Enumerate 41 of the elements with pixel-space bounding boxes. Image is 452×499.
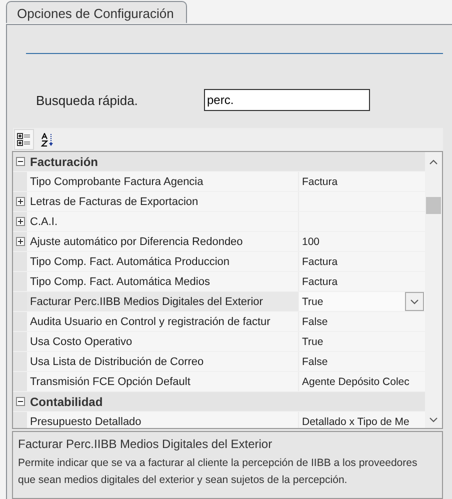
collapse-icon[interactable] <box>16 157 24 166</box>
property-value: False <box>302 356 328 368</box>
expand-icon[interactable] <box>16 217 24 226</box>
property-name[interactable]: C.A.I. <box>27 212 299 231</box>
property-value: 100 <box>302 236 320 248</box>
chevron-down-icon[interactable] <box>410 298 419 304</box>
property-value: True <box>302 296 324 308</box>
property-value: Agente Depósito Colec <box>302 376 410 388</box>
category-label: Facturación <box>29 154 98 170</box>
scrollbar[interactable] <box>425 152 442 428</box>
property-value: Factura <box>302 276 338 288</box>
scroll-thumb[interactable] <box>426 197 441 214</box>
dropdown-button[interactable] <box>405 292 424 311</box>
property-value: Factura <box>302 256 338 268</box>
scroll-up-icon[interactable] <box>429 159 438 165</box>
property-name[interactable]: Audita Usuario en Control y registración de factur <box>27 312 299 331</box>
property-value: True <box>302 336 324 348</box>
property-name[interactable]: Transmisión FCE Opción Default <box>27 372 299 391</box>
property-name[interactable]: Usa Lista de Distribución de Correo <box>27 352 299 371</box>
description-title: Facturar Perc.IIBB Medios Digitales del Exterior <box>18 437 274 451</box>
scroll-down-icon[interactable] <box>429 417 438 423</box>
property-value: Factura <box>302 176 338 188</box>
property-name[interactable]: Tipo Comprobante Factura Agencia <box>27 172 299 191</box>
property-name[interactable]: Presupuesto Detallado <box>27 412 299 428</box>
search-field[interactable]: perc. <box>204 89 370 111</box>
search-label: Busqueda rápida. <box>35 92 139 108</box>
property-name[interactable]: Tipo Comp. Fact. Automática Produccion <box>27 252 299 271</box>
property-value: False <box>302 316 328 328</box>
tab[interactable]: Opciones de Configuración <box>6 1 187 23</box>
category-label: Contabilidad <box>29 394 103 410</box>
property-name[interactable]: Facturar Perc.IIBB Medios Digitales del Exterior <box>27 292 299 311</box>
property-name[interactable]: Letras de Facturas de Exportacion <box>27 192 299 211</box>
property-name[interactable]: Ajuste automático por Diferencia Redondeo <box>27 232 299 251</box>
property-name[interactable]: Tipo Comp. Fact. Automática Medios <box>27 272 299 291</box>
collapse-icon[interactable] <box>16 397 24 406</box>
expand-icon[interactable] <box>16 237 24 246</box>
property-value: Detallado x Tipo de Me <box>302 416 410 428</box>
expand-icon[interactable] <box>16 197 24 206</box>
property-name[interactable]: Usa Costo Operativo <box>27 332 299 351</box>
categorized-view-button[interactable] <box>14 129 34 150</box>
description-text: Permite indicar que se va a facturar al cliente la percepción de IIBB a los proveedores que sean medios digitales del exterior y sean sujetos de la percepción. <box>18 456 418 488</box>
